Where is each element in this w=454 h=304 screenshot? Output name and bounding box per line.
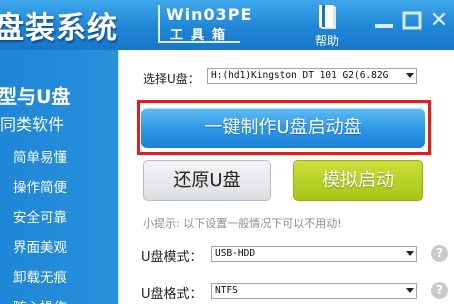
tip-text: 小提示: 以下设置一般情况下可以不用动! bbox=[143, 217, 342, 230]
help-label: 帮助 bbox=[314, 34, 339, 48]
book-icon bbox=[319, 5, 336, 29]
sidebar-item-freedom[interactable]: 随心操作 bbox=[13, 296, 67, 304]
sidebar: 型与U盘 同类软件 简单易懂 操作简便 安全可靠 界面美观 卸载无痕 随心操作 bbox=[0, 50, 118, 304]
sidebar-subheading: 同类软件 bbox=[0, 115, 65, 134]
sidebar-item-uninstall[interactable]: 卸载无痕 bbox=[13, 266, 67, 286]
usb-mode-select[interactable]: USB-HDD bbox=[211, 246, 417, 262]
help-question-icon[interactable]: ? bbox=[431, 245, 448, 262]
sidebar-item-ui[interactable]: 界面美观 bbox=[13, 236, 67, 256]
chevron-down-icon bbox=[406, 251, 414, 256]
maximize-icon[interactable] bbox=[400, 10, 424, 32]
version-badge: Win03PE 工具箱 bbox=[158, 5, 251, 43]
sidebar-item-easy[interactable]: 操作简便 bbox=[13, 176, 67, 196]
drive-select-label: 选择U盘： bbox=[143, 72, 200, 86]
chevron-down-icon bbox=[406, 73, 414, 78]
badge-title: Win03PE bbox=[166, 5, 253, 24]
chevron-down-icon bbox=[406, 288, 414, 293]
app-logo-text: 盘装系统 bbox=[0, 11, 118, 46]
usb-format-value: NTFS bbox=[215, 285, 238, 296]
sidebar-heading: 型与U盘 bbox=[0, 86, 71, 108]
restore-usb-button[interactable]: 还原U盘 bbox=[143, 160, 271, 201]
usb-mode-label: U盘模式： bbox=[141, 250, 203, 265]
main-panel: 选择U盘： H:(hd1)Kingston DT 101 G2(6.82G 一键… bbox=[118, 50, 454, 304]
help-button[interactable]: 帮助 bbox=[300, 0, 354, 50]
simulate-boot-button[interactable]: 模拟启动 bbox=[293, 160, 423, 201]
usb-format-label: U盘格式： bbox=[141, 287, 203, 302]
drive-select[interactable]: H:(hd1)Kingston DT 101 G2(6.82G bbox=[207, 68, 417, 84]
sidebar-item-secure[interactable]: 安全可靠 bbox=[13, 206, 67, 226]
usb-format-select[interactable]: NTFS bbox=[211, 283, 417, 299]
sidebar-item-simple[interactable]: 简单易懂 bbox=[13, 146, 67, 166]
make-boot-disk-button[interactable]: 一键制作U盘启动盘 bbox=[141, 108, 425, 148]
help-question-icon[interactable]: ? bbox=[431, 282, 448, 299]
drive-select-value: H:(hd1)Kingston DT 101 G2(6.82G bbox=[211, 70, 389, 81]
badge-subtitle: 工具箱 bbox=[170, 28, 234, 43]
title-bar: 盘装系统 Win03PE 工具箱 帮助 ✕ bbox=[0, 0, 454, 50]
close-icon[interactable]: ✕ bbox=[426, 8, 452, 34]
usb-mode-value: USB-HDD bbox=[215, 248, 256, 259]
minimize-icon[interactable] bbox=[372, 10, 396, 32]
